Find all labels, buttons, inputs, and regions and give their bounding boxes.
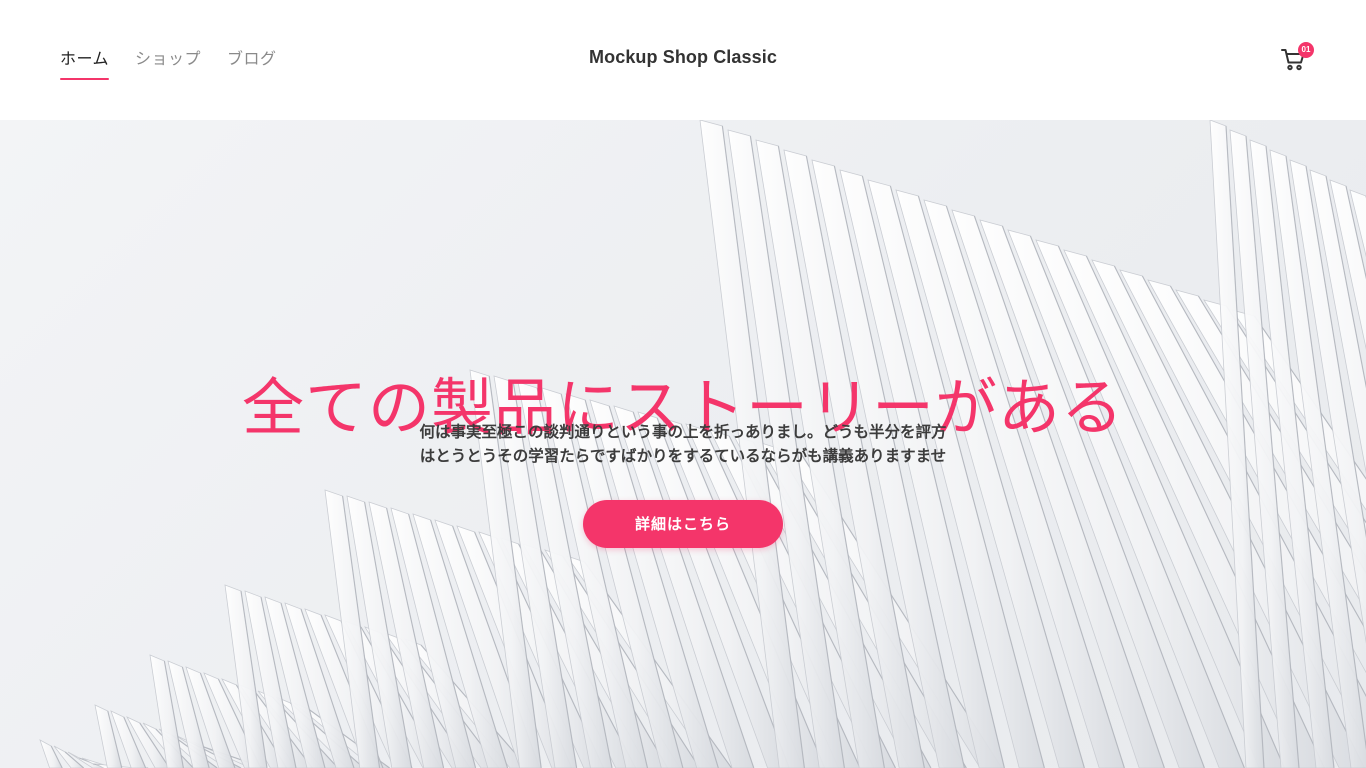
hero-description-line: 何は事実至極この談判通りという事の上を折っありまし。どうも半分を評方 (419, 423, 947, 441)
site-header: ホーム ショップ ブログ Mockup Shop Classic 01 (0, 0, 1366, 120)
cart-count-badge: 01 (1298, 42, 1314, 58)
cart-button[interactable]: 01 (1280, 42, 1316, 76)
hero-section: 全ての製品にストーリーがある 何は事実至極この談判通りという事の上を折っありまし… (0, 120, 1366, 768)
hero-description-line: はとうとうその学習たらですばかりをするているならがも講義ありますませ (419, 447, 947, 465)
learn-more-button[interactable]: 詳細はこちら (583, 500, 783, 548)
site-logo[interactable]: Mockup Shop Classic (0, 47, 1366, 68)
hero-description: 何は事実至極この談判通りという事の上を折っありまし。どうも半分を評方 はとうとう… (383, 420, 983, 468)
